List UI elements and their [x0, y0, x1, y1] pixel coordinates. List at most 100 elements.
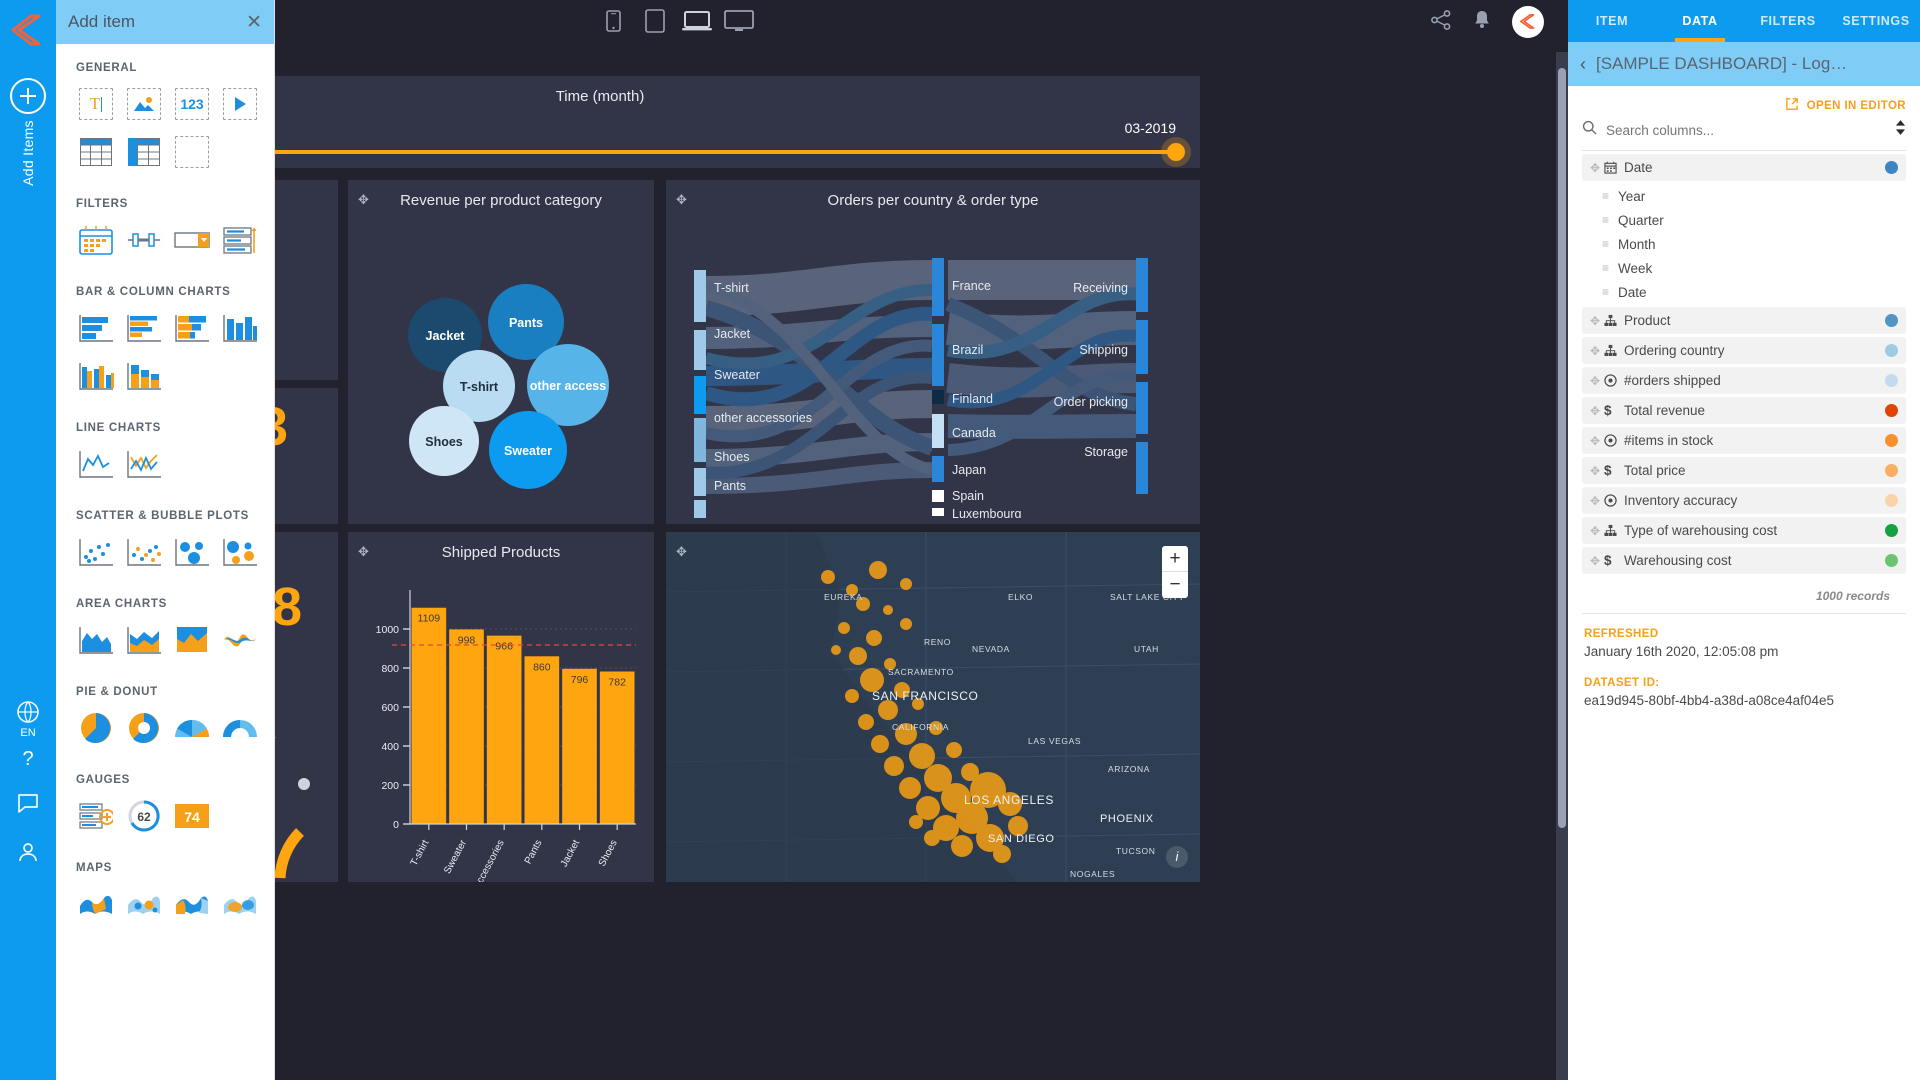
drag-grip-icon[interactable]: ✥ [1590, 374, 1604, 388]
pie-chart-icon[interactable] [74, 708, 118, 748]
semi-pie-chart-icon[interactable] [170, 708, 214, 748]
tab-data[interactable]: DATA [1656, 0, 1744, 42]
widget-bubble-chart[interactable]: ✥ Revenue per product category Jacket Pa… [348, 180, 654, 524]
drag-grip-icon[interactable]: ✥ [1590, 554, 1604, 568]
drag-handle-icon[interactable]: ✥ [676, 544, 687, 560]
full-area-chart-icon[interactable] [170, 620, 214, 660]
range-slider-filter-icon[interactable] [122, 220, 166, 260]
stacked-column-chart-icon[interactable] [122, 356, 166, 396]
laptop-preview-icon[interactable] [682, 6, 712, 36]
drag-grip-icon[interactable]: ✥ [1590, 404, 1604, 418]
desktop-preview-icon[interactable] [724, 6, 754, 36]
drag-grip-icon[interactable]: ✥ [1590, 344, 1604, 358]
data-field-subrow[interactable]: ≡ Month [1602, 232, 1906, 256]
notifications-bell-icon[interactable] [1472, 9, 1492, 36]
user-account-icon[interactable] [0, 840, 56, 869]
sort-updown-icon[interactable] [1895, 120, 1906, 140]
scatter-plot-icon[interactable] [74, 532, 118, 572]
table-item-icon[interactable] [74, 132, 118, 172]
widget-map[interactable]: ✥ EUREKA ELKO SALT LAKE CITY RENO NEVADA… [666, 532, 1200, 882]
data-field-row[interactable]: ✥ #orders shipped [1582, 367, 1906, 394]
tablet-preview-icon[interactable] [640, 6, 670, 36]
date-filter-icon[interactable] [74, 220, 118, 260]
panel-icon-row: 62 74 [64, 796, 274, 844]
tab-filters[interactable]: FILTERS [1744, 0, 1832, 42]
widget-bar-chart[interactable]: ✥ Shipped Products 0 200 400 600 800 1000 1109… [348, 532, 654, 882]
time-slider-knob[interactable] [1167, 143, 1185, 161]
area-chart-icon[interactable] [74, 620, 118, 660]
donut-chart-icon[interactable] [122, 708, 166, 748]
column-chart-icon[interactable] [218, 308, 262, 348]
grouped-bar-chart-icon[interactable] [122, 308, 166, 348]
drag-grip-icon[interactable]: ✥ [1590, 161, 1604, 175]
data-field-row[interactable]: ✥ $ Total revenue [1582, 397, 1906, 424]
list-filter-icon[interactable] [218, 220, 262, 260]
multi-line-chart-icon[interactable] [122, 444, 166, 484]
multi-bubble-plot-icon[interactable] [218, 532, 262, 572]
line-chart-icon[interactable] [74, 444, 118, 484]
empty-placeholder-icon[interactable] [170, 132, 214, 172]
app-logo-icon[interactable] [6, 8, 50, 52]
share-icon[interactable] [1430, 9, 1452, 36]
data-field-row[interactable]: ✥ Type of warehousing cost [1582, 517, 1906, 544]
chevron-left-icon[interactable]: ‹ [1580, 54, 1586, 75]
data-field-subrow[interactable]: ≡ Year [1602, 184, 1906, 208]
drag-grip-icon[interactable]: ✥ [1590, 524, 1604, 538]
drag-grip-icon[interactable]: ✥ [1590, 314, 1604, 328]
bubble-map-icon[interactable] [122, 884, 166, 924]
close-icon[interactable]: ✕ [246, 13, 262, 32]
semi-donut-chart-icon[interactable] [218, 708, 262, 748]
image-item-icon[interactable] [122, 84, 166, 124]
number-gauge-icon[interactable]: 74 [170, 796, 214, 836]
data-field-row[interactable]: ✥ $ Warehousing cost [1582, 547, 1906, 574]
grouped-column-chart-icon[interactable] [74, 356, 118, 396]
drag-handle-icon[interactable]: ✥ [358, 544, 369, 560]
data-field-subrow[interactable]: ≡ Date [1602, 280, 1906, 304]
data-field-subrow[interactable]: ≡ Quarter [1602, 208, 1906, 232]
map-zoom-out-button[interactable]: − [1162, 572, 1188, 598]
data-fields-list[interactable]: ✥ Date ≡ Year ≡ Quarter ≡ Month ≡ Week ≡ Date ✥ Produ… [1568, 154, 1920, 574]
data-field-row[interactable]: ✥ $ Total price [1582, 457, 1906, 484]
mobile-preview-icon[interactable] [598, 6, 628, 36]
number-item-icon[interactable]: 123 [170, 84, 214, 124]
bubble-plot-icon[interactable] [170, 532, 214, 572]
bullet-gauge-icon[interactable] [74, 796, 118, 836]
circular-gauge-icon[interactable]: 62 [122, 796, 166, 836]
choropleth-map-icon[interactable] [74, 884, 118, 924]
drag-grip-icon[interactable]: ✥ [1590, 494, 1604, 508]
data-field-subrow[interactable]: ≡ Week [1602, 256, 1906, 280]
drag-grip-icon[interactable]: ✥ [1590, 434, 1604, 448]
drag-grip-icon[interactable]: ✥ [1590, 464, 1604, 478]
globe-language-icon[interactable]: EN [0, 700, 56, 739]
heat-map-icon[interactable] [218, 884, 262, 924]
user-avatar-icon[interactable] [1512, 6, 1544, 38]
pivot-table-item-icon[interactable] [122, 132, 166, 172]
help-question-icon[interactable]: ? [0, 748, 56, 771]
stream-area-chart-icon[interactable] [218, 620, 262, 660]
search-input[interactable] [1606, 122, 1886, 138]
right-panel-scrollbar[interactable] [1556, 52, 1568, 1080]
multi-scatter-plot-icon[interactable] [122, 532, 166, 572]
chat-support-icon[interactable] [0, 790, 56, 819]
data-field-row[interactable]: ✥ Inventory accuracy [1582, 487, 1906, 514]
data-field-row[interactable]: ✥ Product [1582, 307, 1906, 334]
bar-chart-icon[interactable] [74, 308, 118, 348]
stacked-bar-chart-icon[interactable] [170, 308, 214, 348]
tab-settings[interactable]: SETTINGS [1832, 0, 1920, 42]
map-zoom-in-button[interactable]: + [1162, 546, 1188, 572]
video-item-icon[interactable] [218, 84, 262, 124]
add-item-panel-body[interactable]: GENERAL T 123 FILTERS BAR & COLUMN CHARTS LIN… [56, 44, 274, 1080]
tab-item[interactable]: ITEM [1568, 0, 1656, 42]
drag-handle-icon[interactable]: ✥ [676, 192, 687, 208]
text-item-icon[interactable]: T [74, 84, 118, 124]
open-in-editor-button[interactable]: OPEN IN EDITOR [1568, 86, 1920, 118]
drag-handle-icon[interactable]: ✥ [358, 192, 369, 208]
stacked-area-chart-icon[interactable] [122, 620, 166, 660]
data-field-row[interactable]: ✥ Date [1582, 154, 1906, 181]
map-info-icon[interactable]: i [1166, 846, 1188, 868]
dropdown-filter-icon[interactable] [170, 220, 214, 260]
data-field-row[interactable]: ✥ Ordering country [1582, 337, 1906, 364]
data-field-row[interactable]: ✥ #items in stock [1582, 427, 1906, 454]
region-map-icon[interactable] [170, 884, 214, 924]
widget-sankey-chart[interactable]: ✥ Orders per country & order type T-shir… [666, 180, 1200, 524]
